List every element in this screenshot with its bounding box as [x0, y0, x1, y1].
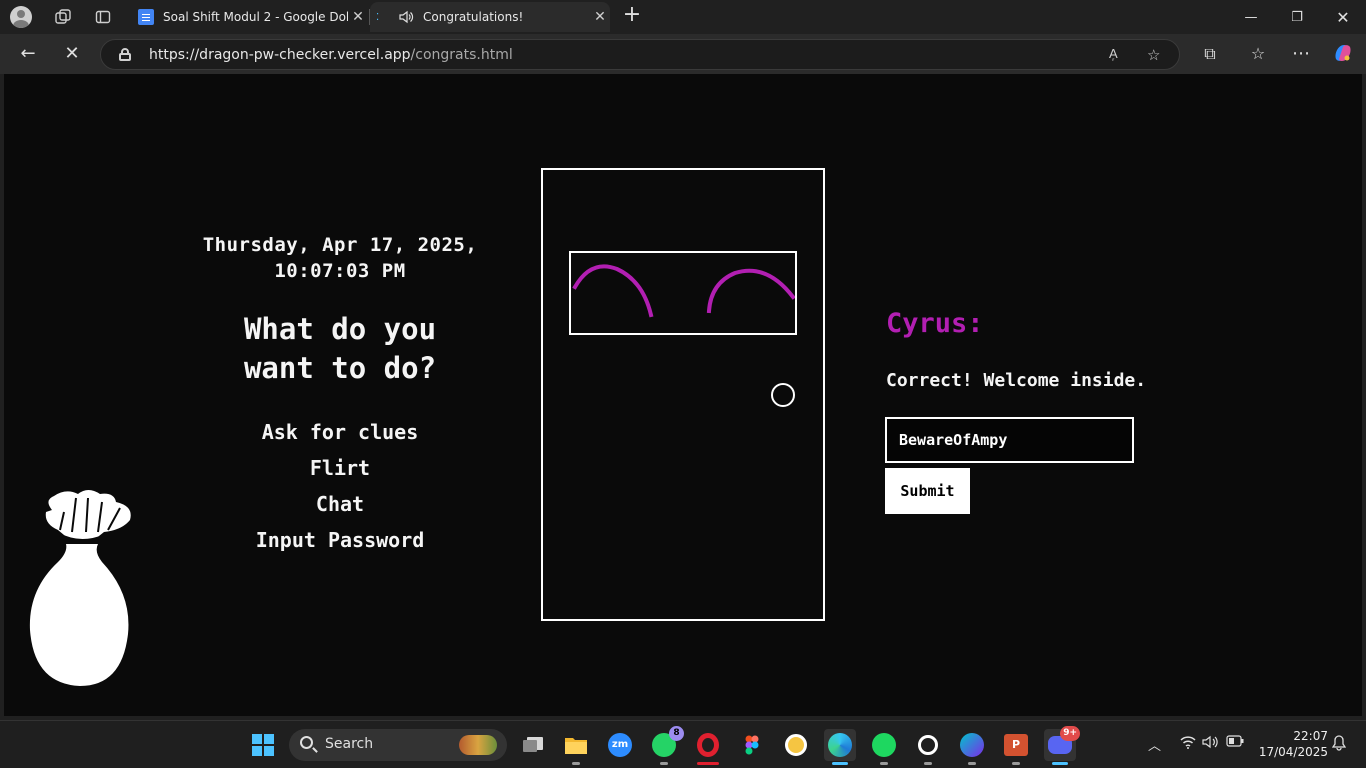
system-clock[interactable]: 22:07 17/04/2025 — [1258, 728, 1328, 760]
datetime-display: Thursday, Apr 17, 2025, 10:07:03 PM — [194, 232, 486, 284]
whatsapp-icon[interactable]: 8 — [648, 726, 684, 765]
action-menu: Ask for clues Flirt Chat Input Password — [194, 414, 486, 558]
portrait-ring-icon — [771, 383, 795, 407]
new-tab-button[interactable]: + — [620, 4, 644, 28]
notifications-bell-icon[interactable] — [1331, 735, 1347, 755]
google-docs-icon — [138, 9, 154, 25]
menu-input-password[interactable]: Input Password — [194, 522, 486, 558]
back-button[interactable]: ← — [15, 42, 41, 68]
browser-toolbar: ← ✕ https://dragon-pw-checker.vercel.app… — [0, 34, 1366, 74]
close-tab-icon[interactable]: ✕ — [590, 9, 610, 25]
windows-taskbar: Search zm 8 P 9+ ︿ 22:07 17/04/2025 — [0, 720, 1366, 768]
dragon-eyes-icon — [572, 264, 796, 318]
discord-icon[interactable]: 9+ — [1044, 726, 1080, 765]
stop-loading-button[interactable]: ✕ — [59, 42, 85, 68]
eyes-panel — [569, 251, 797, 335]
threads-icon[interactable] — [912, 729, 944, 765]
clock-date: 17/04/2025 — [1258, 745, 1328, 759]
close-window-button[interactable]: ✕ — [1320, 0, 1366, 34]
file-explorer-icon[interactable] — [560, 729, 592, 765]
extensions-icon[interactable]: ⧉ — [1197, 42, 1223, 68]
search-highlight-image — [459, 735, 497, 755]
submit-button[interactable]: Submit — [885, 468, 970, 514]
show-hidden-icons-icon[interactable]: ︿ — [1148, 735, 1161, 754]
lock-icon[interactable] — [119, 48, 131, 61]
password-input[interactable] — [885, 417, 1134, 463]
menu-ask-for-clues[interactable]: Ask for clues — [194, 414, 486, 450]
address-bar[interactable]: https://dragon-pw-checker.vercel.app/con… — [100, 39, 1180, 70]
brave-shield-icon[interactable] — [780, 729, 812, 761]
read-aloud-icon[interactable]: A᷊ — [1109, 46, 1118, 62]
search-icon — [300, 736, 313, 749]
volume-icon[interactable] — [1202, 735, 1220, 753]
loading-icon: ⁚ — [376, 11, 380, 23]
search-label: Search — [325, 736, 374, 752]
speaker-icon[interactable] — [398, 9, 414, 25]
windows-start-icon[interactable] — [252, 734, 274, 756]
question-line-1: What do you — [243, 312, 437, 346]
discord-badge: 9+ — [1060, 726, 1080, 741]
url-host: https://dragon-pw-checker.vercel.app — [149, 47, 411, 63]
clock-time: 22:07 — [1293, 729, 1328, 743]
page-question: What do you want to do? — [194, 310, 486, 388]
tab-google-docs[interactable]: Soal Shift Modul 2 - Google Doku ✕ — [132, 2, 368, 32]
canva-icon[interactable] — [956, 729, 988, 765]
question-line-2: want to do? — [243, 351, 437, 385]
edge-browser-icon[interactable] — [824, 729, 856, 765]
battery-icon[interactable] — [1226, 735, 1244, 751]
spotify-icon[interactable] — [868, 729, 900, 765]
favorite-star-icon[interactable]: ☆ — [1147, 46, 1160, 64]
tab-congratulations[interactable]: ⁚ Congratulations! ✕ — [370, 2, 610, 32]
zoom-icon[interactable]: zm — [604, 729, 636, 761]
speaker-name: Cyrus: — [886, 308, 984, 339]
url-path: /congrats.html — [410, 47, 513, 63]
menu-flirt[interactable]: Flirt — [194, 450, 486, 486]
tab-actions-icon[interactable] — [92, 6, 114, 28]
taskbar-search[interactable]: Search — [289, 729, 507, 761]
tab-title: Congratulations! — [423, 10, 524, 24]
datetime-time: 10:07:03 PM — [274, 260, 406, 282]
figma-icon[interactable] — [736, 729, 768, 761]
whatsapp-badge: 8 — [669, 726, 684, 741]
profile-avatar[interactable] — [10, 6, 32, 28]
opera-icon[interactable] — [692, 729, 724, 765]
wifi-icon[interactable] — [1180, 735, 1196, 753]
restore-button[interactable]: ❐ — [1274, 0, 1320, 34]
menu-chat[interactable]: Chat — [194, 486, 486, 522]
page-content: Thursday, Apr 17, 2025, 10:07:03 PM What… — [4, 74, 1362, 716]
close-tab-icon[interactable]: ✕ — [348, 9, 368, 25]
tab-title: Soal Shift Modul 2 - Google Doku — [163, 10, 348, 24]
task-view-icon[interactable] — [517, 729, 549, 761]
minimize-button[interactable]: — — [1228, 0, 1274, 34]
favorites-icon[interactable]: ☆ — [1245, 42, 1271, 68]
powerpoint-icon[interactable]: P — [1000, 729, 1032, 765]
datetime-date: Thursday, Apr 17, 2025, — [202, 234, 478, 256]
copilot-icon[interactable] — [1330, 42, 1356, 68]
more-menu-icon[interactable]: ⋯ — [1288, 42, 1314, 68]
money-bag-icon — [29, 490, 131, 686]
url-text[interactable]: https://dragon-pw-checker.vercel.app/con… — [149, 47, 513, 63]
dialogue-response: Correct! Welcome inside. — [886, 370, 1147, 391]
browser-titlebar: Soal Shift Modul 2 - Google Doku ✕ ⁚ Con… — [0, 0, 1366, 34]
workspaces-icon[interactable] — [52, 6, 74, 28]
